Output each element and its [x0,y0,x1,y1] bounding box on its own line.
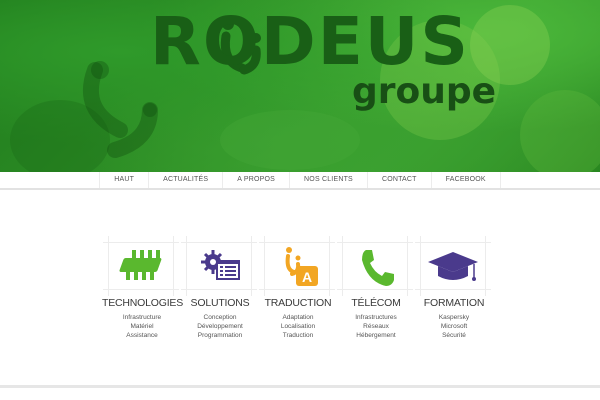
main-nav: HAUT ACTUALITÉS A PROPOS NOS CLIENTS CON… [0,172,600,190]
service-title: TÉLÉCOM [351,297,401,309]
service-line: Microsoft [440,323,468,330]
service-line: Hébergement [356,332,396,339]
service-title: SOLUTIONS [190,297,250,309]
service-line: Programmation [197,332,243,339]
nav-item-haut[interactable]: HAUT [99,172,150,188]
services-section: TECHNOLOGIES Infrastructure Matériel Ass… [0,230,600,350]
service-line: Adaptation [282,314,314,321]
footer-divider [0,385,600,388]
phone-icon [362,250,394,286]
service-line: Localisation [280,323,316,330]
service-title: TRADUCTION [264,297,332,309]
nav-item-actualites[interactable]: ACTUALITÉS [149,172,224,188]
service-line: Conception [203,314,237,321]
service-line: Infrastructures [355,314,397,321]
service-line: Infrastructure [122,314,162,321]
nav-item-contact[interactable]: CONTACT [368,172,432,188]
service-line: Développement [197,323,243,330]
nav-item-facebook[interactable]: FACEBOOK [432,172,501,188]
service-title: FORMATION [423,297,485,309]
header-banner: RODEUS groupe [0,0,600,172]
graduation-cap-icon [428,252,478,281]
nav-item-nos-clients[interactable]: NOS CLIENTS [290,172,368,188]
service-line: Matériel [130,323,154,330]
service-title: TECHNOLOGIES [102,297,184,309]
svg-text:A: A [302,269,312,285]
service-line: Assistance [126,332,158,339]
nav-item-a-propos[interactable]: A PROPOS [223,172,291,188]
translate-icon: A [285,247,318,286]
service-line: Sécurité [442,332,466,339]
service-line: Traduction [282,332,314,339]
service-line: Kaspersky [438,314,470,321]
page: RODEUS groupe HAUT ACTUALITÉS A PROPOS N… [0,0,600,400]
gear-window-icon [201,250,240,280]
service-line: Réseaux [363,323,389,330]
logo-subtitle: groupe [352,71,497,112]
chip-icon [119,250,162,280]
